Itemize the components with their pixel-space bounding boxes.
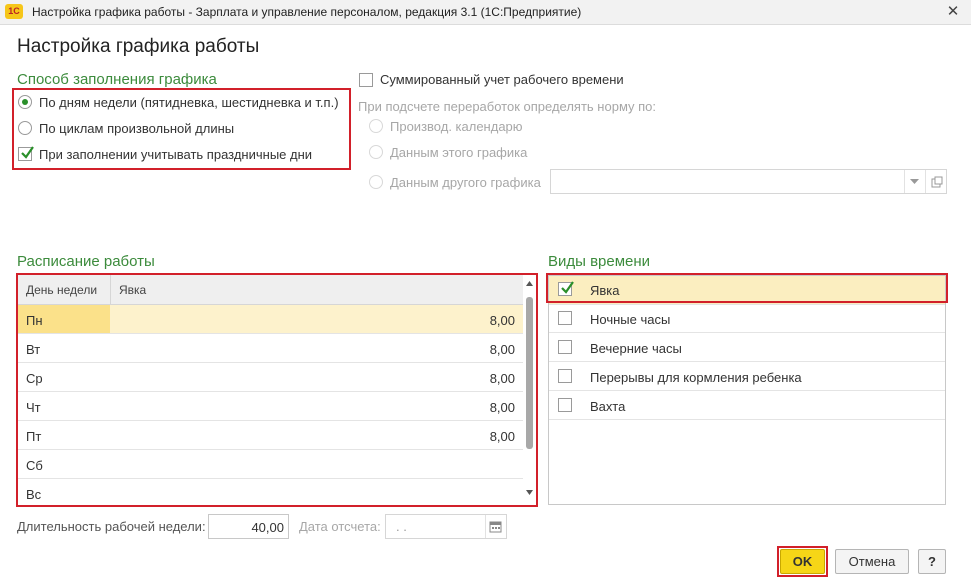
table-row[interactable]: Вс — [18, 479, 523, 505]
row-value[interactable]: 8,00 — [490, 429, 515, 444]
table-row[interactable]: Пн 8,00 — [18, 305, 523, 334]
cancel-button[interactable]: Отмена — [835, 549, 909, 574]
time-types-title: Виды времени — [548, 253, 651, 270]
summary-checkbox-label[interactable]: Суммированный учет рабочего времени — [380, 72, 624, 87]
row-day: Вс — [26, 487, 42, 502]
ok-button[interactable]: OK — [780, 549, 825, 574]
window-title: Настройка графика работы - Зарплата и уп… — [32, 5, 582, 19]
ref-date-value: . . — [396, 519, 407, 534]
radio-by-cycles[interactable] — [18, 121, 32, 135]
radio-other-schedule[interactable] — [369, 175, 383, 189]
calendar-icon[interactable] — [489, 520, 502, 533]
holidays-checkbox-label[interactable]: При заполнении учитывать праздничные дни — [39, 147, 312, 162]
week-length-label: Длительность рабочей недели: — [17, 519, 206, 534]
fill-method-title: Способ заполнения графика — [17, 71, 217, 88]
column-header-attendance[interactable]: Явка — [119, 283, 146, 297]
close-icon[interactable]: ✕ — [943, 2, 963, 22]
row-day: Пн — [26, 313, 43, 328]
app-logo-icon: 1С — [5, 4, 23, 19]
week-length-input[interactable]: 40,00 — [208, 514, 289, 539]
scroll-up-icon[interactable] — [526, 281, 533, 286]
help-button[interactable]: ? — [918, 549, 946, 574]
row-value[interactable]: 8,00 — [490, 313, 515, 328]
time-type-checkbox[interactable] — [558, 340, 572, 354]
radio-other-schedule-label[interactable]: Данным другого графика — [390, 175, 541, 190]
list-item[interactable]: Ночные часы — [549, 304, 945, 333]
schedule-table-header: День недели Явка — [18, 275, 536, 305]
row-value[interactable]: 8,00 — [490, 371, 515, 386]
time-types-list: Явка Ночные часы Вечерние часы Перерывы … — [548, 275, 946, 505]
time-type-label: Вахта — [590, 399, 626, 414]
radio-by-cycles-label[interactable]: По циклам произвольной длины — [39, 121, 234, 136]
row-day: Пт — [26, 429, 42, 444]
time-type-label: Вечерние часы — [590, 341, 682, 356]
checkmark-icon — [21, 146, 34, 159]
schedule-title: Расписание работы — [17, 253, 155, 270]
norm-caption: При подсчете переработок определять норм… — [358, 99, 657, 114]
page-title: Настройка графика работы — [17, 36, 260, 57]
radio-this-schedule[interactable] — [369, 145, 383, 159]
ref-date-label: Дата отсчета: — [299, 519, 381, 534]
list-item[interactable]: Вечерние часы — [549, 333, 945, 362]
row-value[interactable]: 8,00 — [490, 342, 515, 357]
row-day: Вт — [26, 342, 41, 357]
time-type-label: Перерывы для кормления ребенка — [590, 370, 802, 385]
row-value[interactable]: 8,00 — [490, 400, 515, 415]
vertical-scrollbar[interactable] — [523, 275, 536, 505]
summary-checkbox[interactable] — [359, 73, 373, 87]
time-type-checkbox[interactable] — [558, 311, 572, 325]
table-row[interactable]: Ср 8,00 — [18, 363, 523, 392]
radio-by-weekdays[interactable] — [18, 95, 32, 109]
row-day: Сб — [26, 458, 43, 473]
time-types-highlight — [546, 273, 948, 303]
time-type-label: Ночные часы — [590, 312, 671, 327]
table-row[interactable]: Вт 8,00 — [18, 334, 523, 363]
other-schedule-select[interactable] — [550, 169, 947, 194]
row-day: Чт — [26, 400, 41, 415]
radio-prod-calendar-label[interactable]: Производ. календарю — [390, 119, 523, 134]
row-day: Ср — [26, 371, 43, 386]
time-type-checkbox[interactable] — [558, 398, 572, 412]
list-item[interactable]: Перерывы для кормления ребенка — [549, 362, 945, 391]
table-row[interactable]: Пт 8,00 — [18, 421, 523, 450]
table-row[interactable]: Чт 8,00 — [18, 392, 523, 421]
table-row[interactable]: Сб — [18, 450, 523, 479]
radio-this-schedule-label[interactable]: Данным этого графика — [390, 145, 527, 160]
scroll-down-icon[interactable] — [526, 490, 533, 495]
dropdown-arrow-icon[interactable] — [910, 179, 919, 185]
week-length-value: 40,00 — [251, 520, 284, 535]
schedule-table: День недели Явка Пн 8,00 Вт 8,00 Ср 8,00… — [18, 275, 536, 505]
radio-by-weekdays-label[interactable]: По дням недели (пятидневка, шестидневка … — [39, 95, 339, 110]
ref-date-input[interactable]: . . — [385, 514, 507, 539]
window-titlebar: 1С Настройка графика работы - Зарплата и… — [0, 0, 971, 25]
open-form-icon[interactable] — [931, 176, 943, 188]
time-type-checkbox[interactable] — [558, 369, 572, 383]
list-item[interactable]: Вахта — [549, 391, 945, 420]
radio-prod-calendar[interactable] — [369, 119, 383, 133]
column-header-day[interactable]: День недели — [26, 283, 97, 297]
holidays-checkbox[interactable] — [18, 146, 34, 161]
scrollbar-thumb[interactable] — [526, 297, 533, 449]
